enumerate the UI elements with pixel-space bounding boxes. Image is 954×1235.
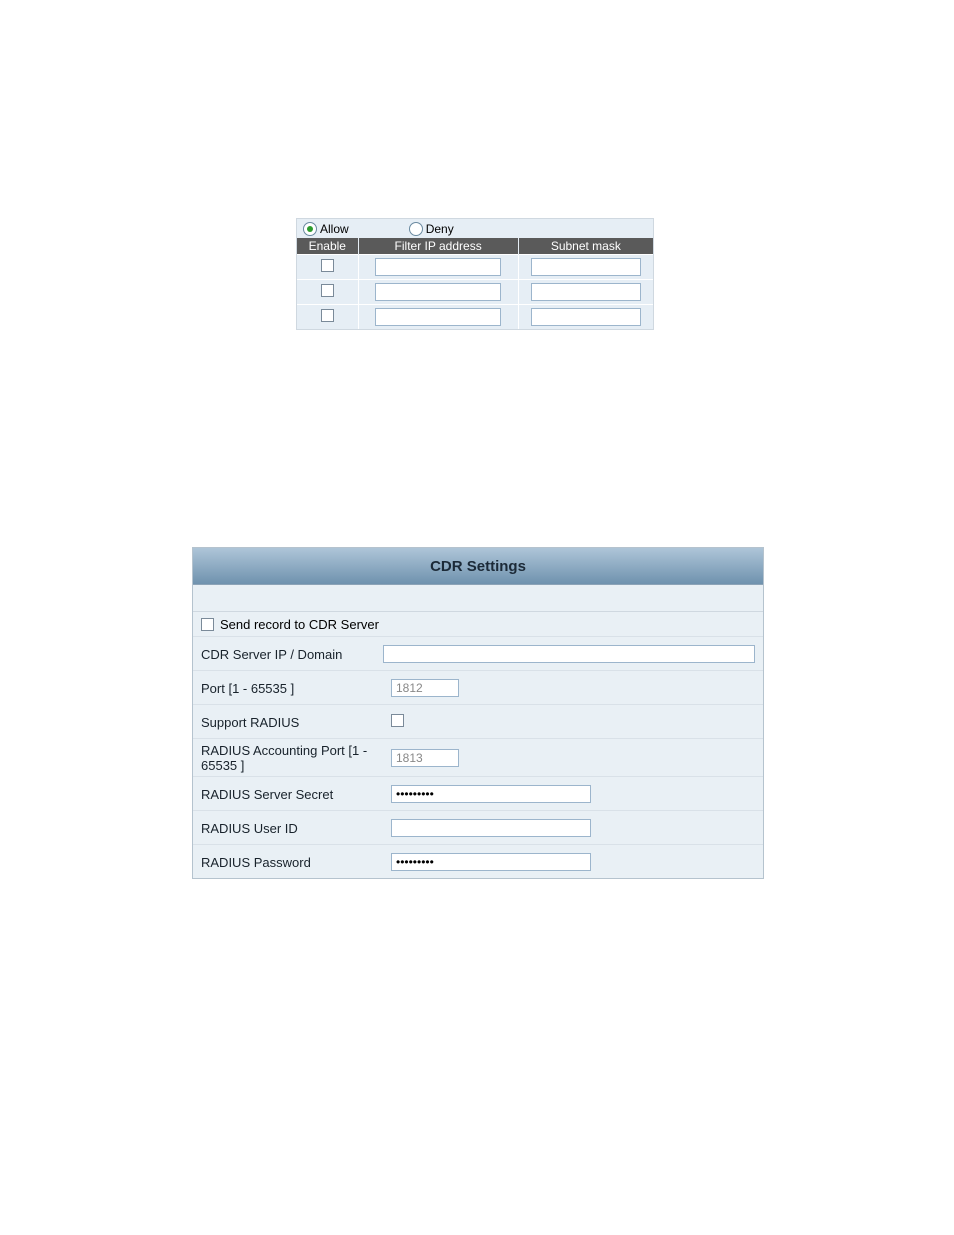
radius-acct-port-row: RADIUS Accounting Port [1 - 65535 ]: [193, 739, 763, 777]
subnet-mask-input[interactable]: [531, 308, 641, 326]
cdr-port-input[interactable]: [391, 679, 459, 697]
enable-checkbox[interactable]: [321, 284, 334, 297]
ip-filter-radio-row: Allow Deny: [297, 219, 653, 238]
support-radius-row: Support RADIUS: [193, 705, 763, 739]
radius-password-row: RADIUS Password: [193, 845, 763, 878]
send-to-cdr-checkbox[interactable]: [201, 618, 214, 631]
support-radius-label: Support RADIUS: [201, 715, 391, 730]
cdr-port-row: Port [1 - 65535 ]: [193, 671, 763, 705]
send-to-cdr-label: Send record to CDR Server: [220, 617, 379, 632]
radius-password-input[interactable]: [391, 853, 591, 871]
radio-deny[interactable]: Deny: [409, 222, 454, 236]
radio-deny-label: Deny: [426, 222, 454, 236]
radio-icon: [409, 222, 423, 236]
cdr-title: CDR Settings: [193, 548, 763, 585]
spacer: [193, 585, 763, 612]
table-row: [297, 305, 653, 330]
radius-secret-input[interactable]: [391, 785, 591, 803]
radius-secret-row: RADIUS Server Secret: [193, 777, 763, 811]
radius-user-label: RADIUS User ID: [201, 821, 391, 836]
radius-acct-port-input[interactable]: [391, 749, 459, 767]
table-row: [297, 255, 653, 280]
table-row: [297, 280, 653, 305]
bullet-list-1: [121, 370, 139, 394]
cdr-settings-panel: CDR Settings Send record to CDR Server C…: [192, 547, 764, 879]
cdr-server-row: CDR Server IP / Domain: [193, 637, 763, 671]
filter-ip-input[interactable]: [375, 308, 501, 326]
cdr-port-label: Port [1 - 65535 ]: [201, 681, 391, 696]
radio-allow[interactable]: Allow: [303, 222, 349, 236]
radius-password-label: RADIUS Password: [201, 855, 391, 870]
cdr-server-input[interactable]: [383, 645, 755, 663]
radio-allow-label: Allow: [320, 222, 349, 236]
radius-secret-label: RADIUS Server Secret: [201, 787, 391, 802]
filter-ip-input[interactable]: [375, 258, 501, 276]
col-enable-header: Enable: [297, 238, 358, 255]
radius-acct-port-label: RADIUS Accounting Port [1 - 65535 ]: [201, 743, 391, 773]
send-to-cdr-row: Send record to CDR Server: [193, 612, 763, 637]
radius-user-input[interactable]: [391, 819, 591, 837]
col-mask-header: Subnet mask: [518, 238, 653, 255]
subnet-mask-input[interactable]: [531, 258, 641, 276]
enable-checkbox[interactable]: [321, 309, 334, 322]
cdr-server-label: CDR Server IP / Domain: [201, 647, 383, 662]
enable-checkbox[interactable]: [321, 259, 334, 272]
ip-filter-panel: Allow Deny Enable Filter IP address Subn…: [296, 218, 654, 330]
subnet-mask-input[interactable]: [531, 283, 641, 301]
filter-ip-input[interactable]: [375, 283, 501, 301]
radio-icon: [303, 222, 317, 236]
col-ip-header: Filter IP address: [358, 238, 518, 255]
support-radius-checkbox[interactable]: [391, 714, 404, 727]
radius-user-row: RADIUS User ID: [193, 811, 763, 845]
ip-filter-table: Enable Filter IP address Subnet mask: [297, 238, 653, 329]
bullet-list-2: [121, 860, 139, 896]
